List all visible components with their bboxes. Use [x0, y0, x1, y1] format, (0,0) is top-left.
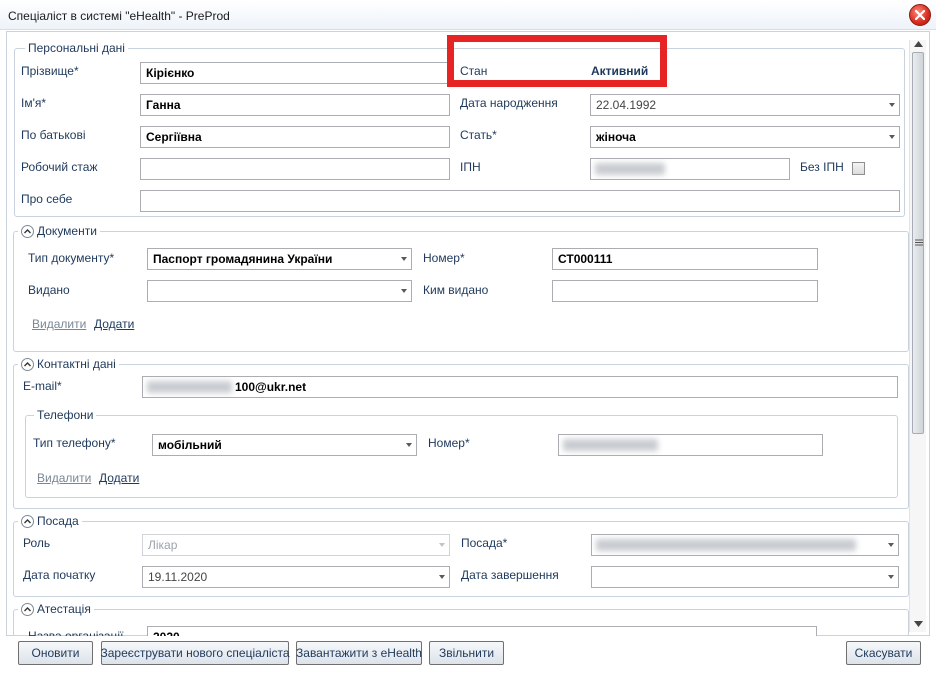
- status-highlight-box: [447, 35, 667, 87]
- end-date-label: Дата завершення: [461, 568, 559, 582]
- issued-by-input[interactable]: [552, 280, 818, 302]
- collapse-icon[interactable]: [21, 224, 34, 238]
- email-input[interactable]: 100@ukr.net: [142, 376, 898, 398]
- redacted-value: [596, 539, 856, 551]
- collapse-icon[interactable]: [21, 357, 34, 371]
- role-label: Роль: [23, 536, 51, 550]
- collapse-icon[interactable]: [21, 602, 34, 616]
- redacted-value: [563, 439, 658, 451]
- tax-number-input[interactable]: [590, 158, 790, 180]
- chevron-down-icon: [889, 135, 895, 139]
- end-date-picker[interactable]: [591, 566, 899, 588]
- phones-title: Телефони: [34, 408, 97, 422]
- phone-type-label: Тип телефону*: [33, 436, 116, 450]
- experience-input[interactable]: [140, 158, 450, 180]
- name-label: Ім'я*: [21, 96, 47, 110]
- patronymic-input[interactable]: Сергіївна: [140, 126, 450, 148]
- scroll-down-icon[interactable]: [914, 621, 923, 627]
- surname-label: Прізвище*: [21, 64, 79, 78]
- position-select[interactable]: [591, 534, 899, 556]
- document-number-input[interactable]: СТ000111: [552, 248, 818, 270]
- chevron-down-icon: [888, 575, 894, 579]
- contacts-title: Контактні дані: [18, 357, 119, 371]
- chevron-down-icon: [888, 543, 894, 547]
- phone-type-select[interactable]: мобільний: [152, 434, 417, 456]
- grip-icon: [915, 239, 923, 246]
- email-label: E-mail*: [23, 379, 62, 393]
- window-title: Спеціаліст в системі "eHealth" - PreProd: [8, 9, 230, 23]
- issued-date-picker[interactable]: [147, 280, 412, 302]
- gender-label: Стать*: [460, 128, 497, 142]
- update-button[interactable]: Оновити: [18, 641, 93, 665]
- position-label: Посада*: [461, 536, 508, 550]
- patronymic-label: По батькові: [21, 128, 86, 142]
- documents-title: Документи: [18, 224, 100, 238]
- experience-label: Робочий стаж: [21, 160, 98, 174]
- redacted-value: [595, 163, 665, 175]
- birth-date-picker[interactable]: 22.04.1992: [590, 94, 900, 116]
- issued-label: Видано: [28, 283, 70, 297]
- birth-date-label: Дата народження: [460, 96, 558, 110]
- delete-phone-link[interactable]: Видалити: [37, 471, 91, 485]
- register-specialist-button[interactable]: Зареєструвати нового спеціаліста: [100, 641, 290, 665]
- phones-group: Телефони: [25, 408, 898, 498]
- dismiss-button[interactable]: Звільнити: [429, 641, 504, 665]
- cancel-button[interactable]: Скасувати: [846, 641, 921, 665]
- document-type-label: Тип документу*: [28, 251, 115, 265]
- vertical-scrollbar[interactable]: [909, 40, 926, 632]
- add-phone-link[interactable]: Додати: [99, 471, 139, 485]
- close-button[interactable]: [909, 4, 931, 26]
- phone-number-input[interactable]: [558, 434, 823, 456]
- delete-document-link[interactable]: Видалити: [32, 317, 86, 331]
- chevron-down-icon: [401, 257, 407, 261]
- gender-select[interactable]: жіноча: [590, 126, 900, 148]
- close-icon: [914, 9, 926, 21]
- personal-data-title: Персональні дані: [25, 41, 128, 55]
- add-document-link[interactable]: Додати: [94, 317, 134, 331]
- name-input[interactable]: Ганна: [140, 94, 450, 116]
- attestation-title: Атестація: [18, 602, 94, 616]
- chevron-down-icon: [401, 289, 407, 293]
- start-date-label: Дата початку: [23, 568, 96, 582]
- phone-number-label: Номер*: [428, 436, 470, 450]
- scroll-up-icon[interactable]: [914, 41, 923, 47]
- chevron-down-icon: [889, 103, 895, 107]
- about-input[interactable]: [140, 190, 900, 212]
- chevron-down-icon: [406, 443, 412, 447]
- role-select[interactable]: Лікар: [142, 534, 450, 556]
- surname-input[interactable]: Кірієнко: [140, 62, 450, 84]
- title-bar: Спеціаліст в системі "eHealth" - PreProd: [0, 0, 936, 30]
- chevron-down-icon: [439, 543, 445, 547]
- chevron-down-icon: [439, 575, 445, 579]
- bottom-toolbar: Оновити Зареєструвати нового спеціаліста…: [0, 636, 936, 680]
- no-tax-number-label: Без ІПН: [800, 160, 844, 174]
- load-from-ehealth-button[interactable]: Завантажити з eHealth: [296, 641, 422, 665]
- start-date-picker[interactable]: 19.11.2020: [142, 566, 450, 588]
- issued-by-label: Ким видано: [423, 283, 489, 297]
- position-title: Посада: [18, 514, 82, 528]
- about-label: Про себе: [21, 192, 73, 206]
- form-content: Персональні дані Прізвище* Кірієнко Ім'я…: [6, 31, 930, 649]
- document-type-select[interactable]: Паспорт громадянина України: [147, 248, 412, 270]
- collapse-icon[interactable]: [21, 514, 34, 528]
- status-label: Стан: [460, 64, 488, 78]
- tax-number-label: ІПН: [460, 160, 481, 174]
- document-number-label: Номер*: [423, 251, 465, 265]
- redacted-value: [147, 381, 232, 393]
- no-tax-number-checkbox[interactable]: [852, 162, 865, 175]
- status-value: Активний: [591, 64, 649, 78]
- scrollbar-thumb[interactable]: [912, 52, 924, 434]
